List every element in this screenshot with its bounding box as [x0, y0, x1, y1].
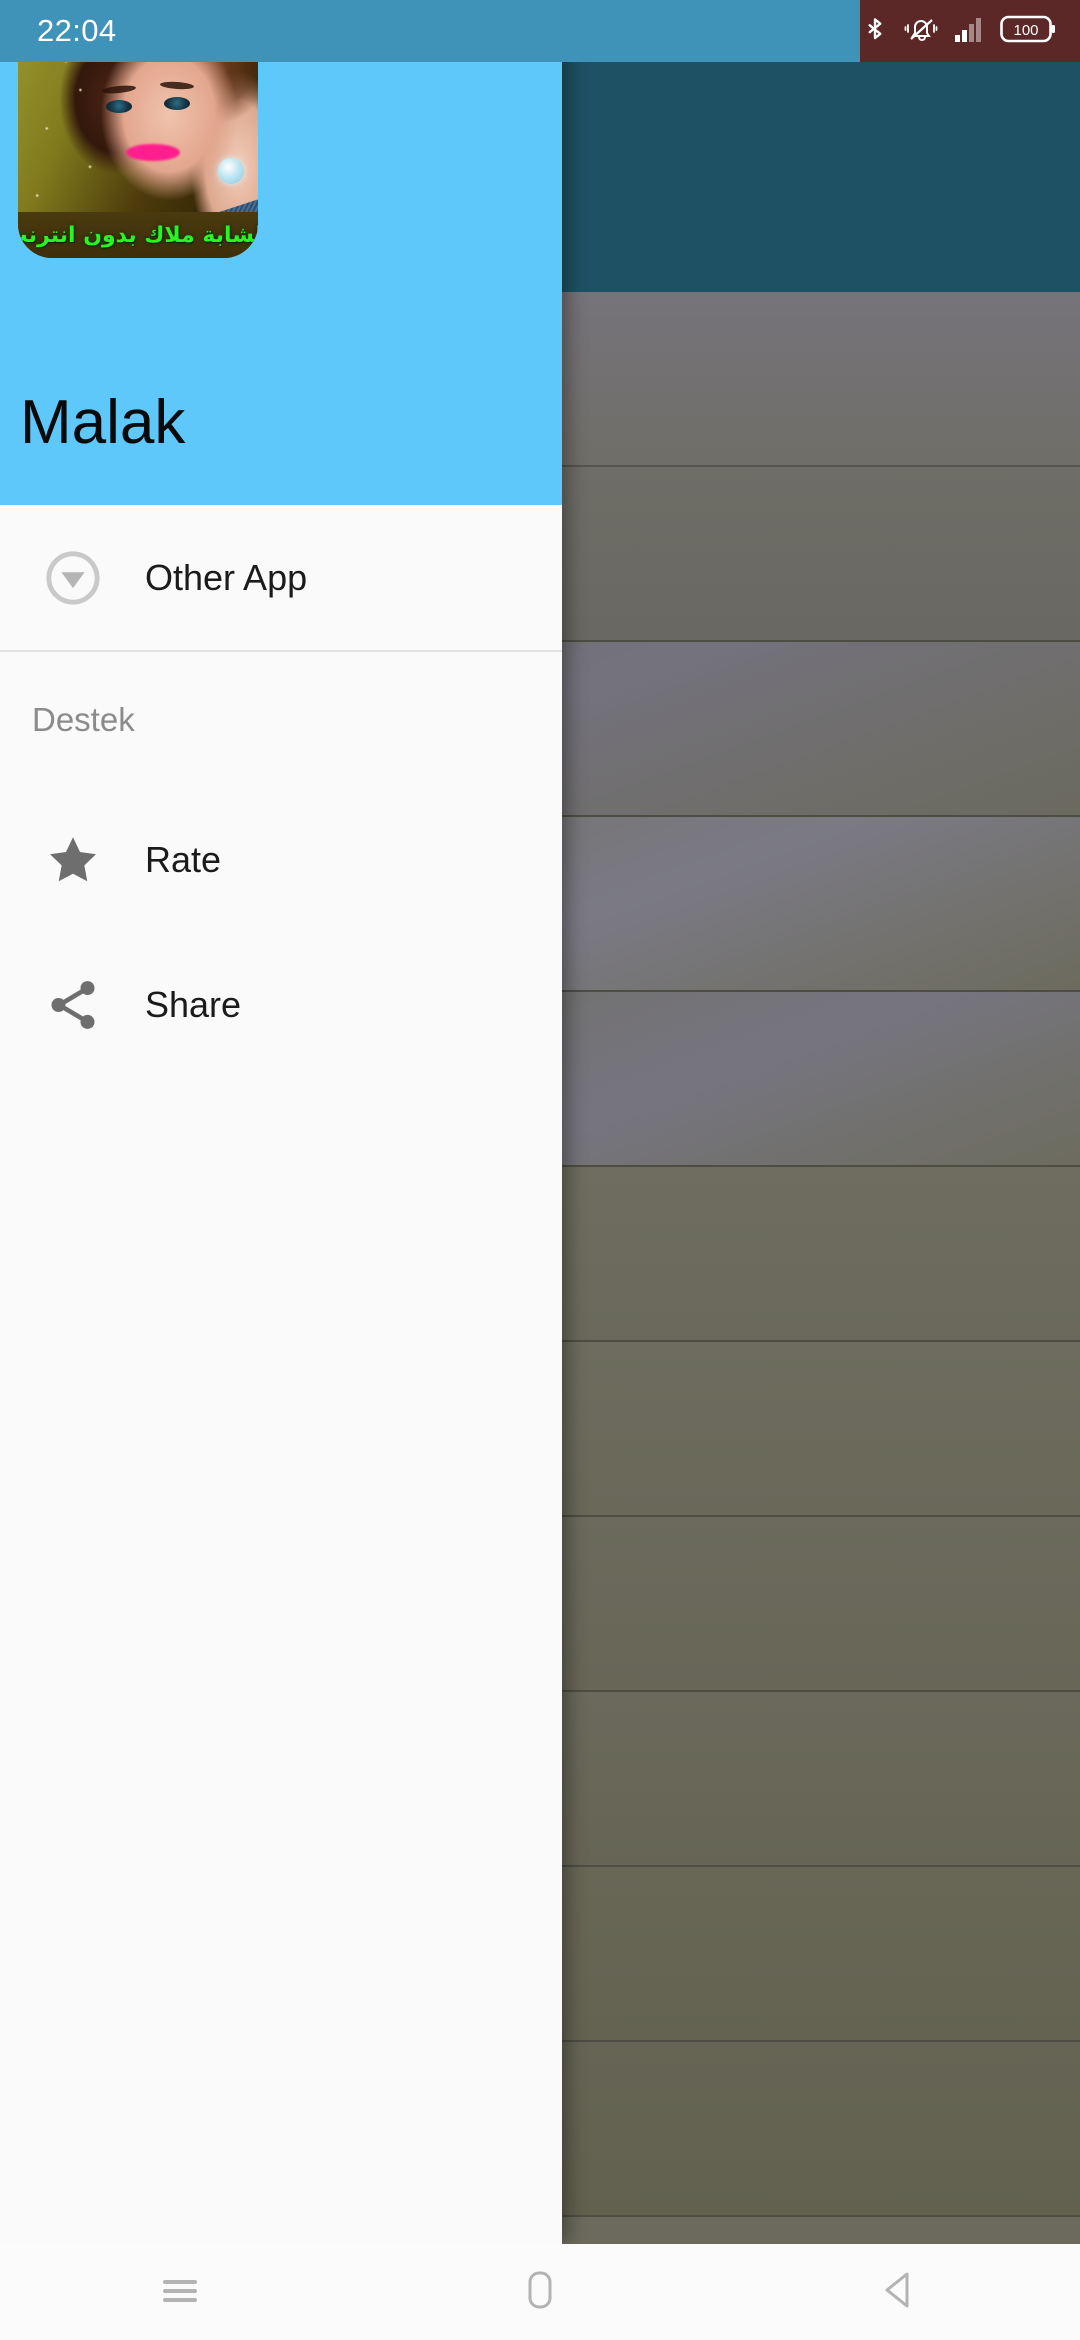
drawer-item-other-app[interactable]: Other App: [0, 505, 562, 650]
app-icon-eye-right: [164, 97, 190, 110]
drawer-item-label: Other App: [145, 556, 308, 598]
back-triangle-icon: [879, 2267, 921, 2318]
status-bar: 22:04 100: [0, 0, 1080, 62]
drawer-menu: Other App Destek Rate Share: [0, 505, 562, 1077]
app-icon-lips: [126, 144, 180, 161]
status-bar-icons: 100: [862, 0, 1056, 62]
vibrate-mute-icon: [904, 14, 938, 49]
navigation-drawer: الشابة ملاك بدون انترنت Malak Other App …: [0, 0, 562, 2244]
download-circle-icon: [0, 549, 145, 607]
share-icon: [0, 976, 145, 1034]
nav-recents-button[interactable]: [90, 2244, 270, 2340]
drawer-item-share[interactable]: Share: [0, 932, 562, 1077]
app-icon-ring: [218, 158, 244, 184]
star-icon: [0, 831, 145, 889]
nav-back-button[interactable]: [810, 2244, 990, 2340]
phone-screen: الشابة ملاك بدون انترنت Malak Other App …: [0, 0, 1080, 2340]
battery-icon: 100: [1000, 13, 1056, 50]
drawer-item-label: Rate: [145, 838, 222, 880]
nav-home-button[interactable]: [450, 2244, 630, 2340]
drawer-item-rate[interactable]: Rate: [0, 787, 562, 932]
svg-text:100: 100: [1013, 22, 1038, 39]
status-bar-left-background: [0, 0, 860, 62]
app-icon-caption-text: الشابة ملاك بدون انترنت: [18, 222, 258, 248]
drawer-app-name: Malak: [20, 388, 186, 457]
drawer-item-label: Share: [145, 983, 242, 1025]
signal-bars-icon: [954, 15, 984, 48]
home-square-icon: [522, 2267, 558, 2318]
drawer-header: الشابة ملاك بدون انترنت Malak: [0, 0, 562, 505]
app-icon-eye-left: [106, 100, 132, 113]
status-bar-clock: 22:04: [37, 13, 117, 48]
app-icon-caption-band: الشابة ملاك بدون انترنت: [18, 212, 258, 258]
drawer-section-destek: Destek: [0, 652, 562, 787]
android-navigation-bar: [0, 2244, 1080, 2340]
menu-recents-icon: [158, 2272, 202, 2313]
drawer-section-title: Destek: [32, 700, 135, 738]
bluetooth-icon: [862, 12, 888, 51]
